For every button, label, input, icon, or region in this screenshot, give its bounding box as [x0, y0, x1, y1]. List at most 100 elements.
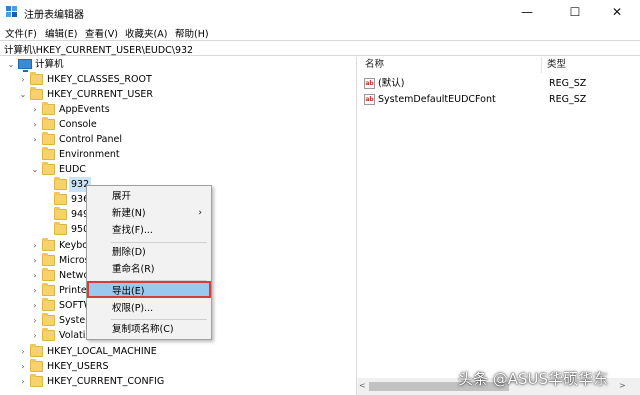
folder-icon	[30, 374, 43, 387]
string-value-icon: ab	[364, 78, 375, 89]
tree-item-hku[interactable]: › HKEY_USERS	[18, 359, 318, 374]
menu-item-expand[interactable]: 展开	[88, 188, 210, 205]
menu-item-copy-key-name[interactable]: 复制项名称(C)	[88, 321, 210, 338]
menu-help[interactable]: 帮助(H)	[175, 26, 209, 40]
expand-toggle[interactable]: ›	[18, 72, 28, 87]
expand-toggle[interactable]: ›	[30, 283, 40, 298]
expand-toggle[interactable]: ›	[18, 344, 28, 359]
tree-item-appevents[interactable]: › AppEvents	[30, 102, 330, 117]
tree-item-hkcr[interactable]: › HKEY_CLASSES_ROOT	[18, 72, 318, 87]
tree-item-eudc[interactable]: ⌄ EUDC	[30, 162, 330, 177]
expand-toggle[interactable]: ⌄	[18, 87, 28, 102]
tree-item-label: Micros	[59, 255, 90, 266]
expand-toggle[interactable]: ›	[18, 359, 28, 374]
expand-toggle[interactable]: ›	[18, 374, 28, 389]
folder-icon	[42, 313, 55, 326]
tree-item-environment[interactable]: Environment	[30, 147, 330, 162]
folder-icon	[42, 298, 55, 311]
menu-item-rename[interactable]: 重命名(R)	[88, 261, 210, 278]
context-menu: 展开 新建(N) › 查找(F)... 删除(D) 重命名(R) 导出(E) 权…	[86, 185, 212, 340]
expand-toggle[interactable]: ›	[30, 117, 40, 132]
menu-item-new[interactable]: 新建(N) ›	[88, 205, 210, 222]
close-button[interactable]: ✕	[594, 0, 640, 24]
menu-favorites[interactable]: 收藏夹(A)	[125, 26, 167, 40]
tree-item-computer[interactable]: ⌄ 计算机	[6, 57, 306, 72]
menu-item-label: 重命名(R)	[112, 264, 155, 275]
expand-toggle[interactable]: ›	[30, 268, 40, 283]
folder-icon	[42, 147, 55, 160]
menu-item-label: 权限(P)...	[112, 303, 154, 314]
menu-view[interactable]: 查看(V)	[85, 26, 118, 40]
folder-icon	[30, 72, 43, 85]
tree-item-hkcu[interactable]: ⌄ HKEY_CURRENT_USER	[18, 87, 318, 102]
tree-item-label: 计算机	[35, 59, 64, 70]
folder-icon	[30, 359, 43, 372]
expand-toggle[interactable]: ⌄	[30, 162, 40, 177]
tree-item-label: HKEY_CURRENT_USER	[47, 89, 153, 100]
menu-item-delete[interactable]: 删除(D)	[88, 244, 210, 261]
folder-icon	[42, 268, 55, 281]
watermark-text: 头条 @ASUS华硕华东	[458, 370, 609, 388]
folder-icon	[30, 87, 43, 100]
menu-file[interactable]: 文件(F)	[5, 26, 37, 40]
expand-toggle[interactable]: ›	[30, 238, 40, 253]
maximize-button[interactable]: ☐	[552, 0, 598, 24]
tree-item-hklm[interactable]: › HKEY_LOCAL_MACHINE	[18, 344, 318, 359]
tree-item-control-panel[interactable]: › Control Panel	[30, 132, 330, 147]
string-value-icon: ab	[364, 94, 375, 105]
value-name: (默认)	[378, 78, 405, 89]
menu-edit[interactable]: 编辑(E)	[45, 26, 77, 40]
tree-item-label: HKEY_CLASSES_ROOT	[47, 74, 152, 85]
minimize-button[interactable]: —	[504, 0, 550, 24]
folder-icon	[42, 117, 55, 130]
folder-icon	[54, 177, 67, 190]
menu-item-permissions[interactable]: 权限(P)...	[88, 300, 210, 317]
menu-item-label: 删除(D)	[112, 247, 146, 258]
column-header-type[interactable]: 类型	[547, 57, 566, 73]
submenu-arrow-icon: ›	[198, 208, 202, 218]
folder-icon	[42, 132, 55, 145]
folder-icon	[42, 328, 55, 341]
expand-toggle[interactable]: ›	[30, 253, 40, 268]
expand-toggle[interactable]: ⌄	[6, 57, 16, 72]
folder-icon	[42, 253, 55, 266]
tree-item-label: AppEvents	[59, 104, 110, 115]
folder-icon	[42, 283, 55, 296]
scroll-left-arrow[interactable]: <	[359, 381, 366, 390]
tree-item-label: HKEY_LOCAL_MACHINE	[47, 346, 157, 357]
value-list: 名称 类型 ab (默认) REG_SZ ab SystemDefaultEUD…	[358, 57, 640, 378]
value-type: REG_SZ	[549, 94, 587, 105]
expand-toggle[interactable]: ›	[30, 298, 40, 313]
scroll-right-arrow[interactable]: >	[619, 381, 626, 390]
tree-item-hkcc[interactable]: › HKEY_CURRENT_CONFIG	[18, 374, 318, 389]
menu-item-label: 新建(N)	[112, 208, 146, 219]
column-divider[interactable]	[541, 57, 542, 73]
tree-item-label: Console	[59, 119, 97, 130]
tree-item-label: Netwo	[59, 270, 90, 281]
menu-item-find[interactable]: 查找(F)...	[88, 222, 210, 239]
folder-icon	[42, 102, 55, 115]
expand-toggle[interactable]: ›	[30, 328, 40, 343]
address-bar[interactable]: 计算机\HKEY_CURRENT_USER\EUDC\932	[0, 40, 640, 56]
menu-separator	[111, 319, 207, 320]
value-row[interactable]: ab (默认) REG_SZ	[358, 76, 638, 91]
value-row[interactable]: ab SystemDefaultEUDCFont REG_SZ	[358, 92, 638, 107]
folder-icon	[30, 344, 43, 357]
value-type: REG_SZ	[549, 78, 587, 89]
expand-toggle[interactable]: ›	[30, 102, 40, 117]
window-title: 注册表编辑器	[24, 10, 84, 21]
tree-item-label: HKEY_USERS	[47, 361, 109, 372]
address-path: 计算机\HKEY_CURRENT_USER\EUDC\932	[4, 45, 194, 56]
tree-item-label: Environment	[59, 149, 120, 160]
expand-toggle[interactable]: ›	[30, 313, 40, 328]
column-header-name[interactable]: 名称	[365, 57, 384, 73]
tree-item-label: EUDC	[59, 164, 86, 175]
expand-toggle[interactable]: ›	[30, 132, 40, 147]
title-bar: 注册表编辑器 — ☐ ✕	[0, 0, 640, 24]
tree-item-label: Control Panel	[59, 134, 122, 145]
menu-item-label: 查找(F)...	[112, 225, 153, 236]
menu-item-label: 导出(E)	[112, 286, 145, 297]
menu-item-export[interactable]: 导出(E)	[87, 281, 211, 298]
tree-item-console[interactable]: › Console	[30, 117, 330, 132]
folder-icon	[54, 192, 67, 205]
